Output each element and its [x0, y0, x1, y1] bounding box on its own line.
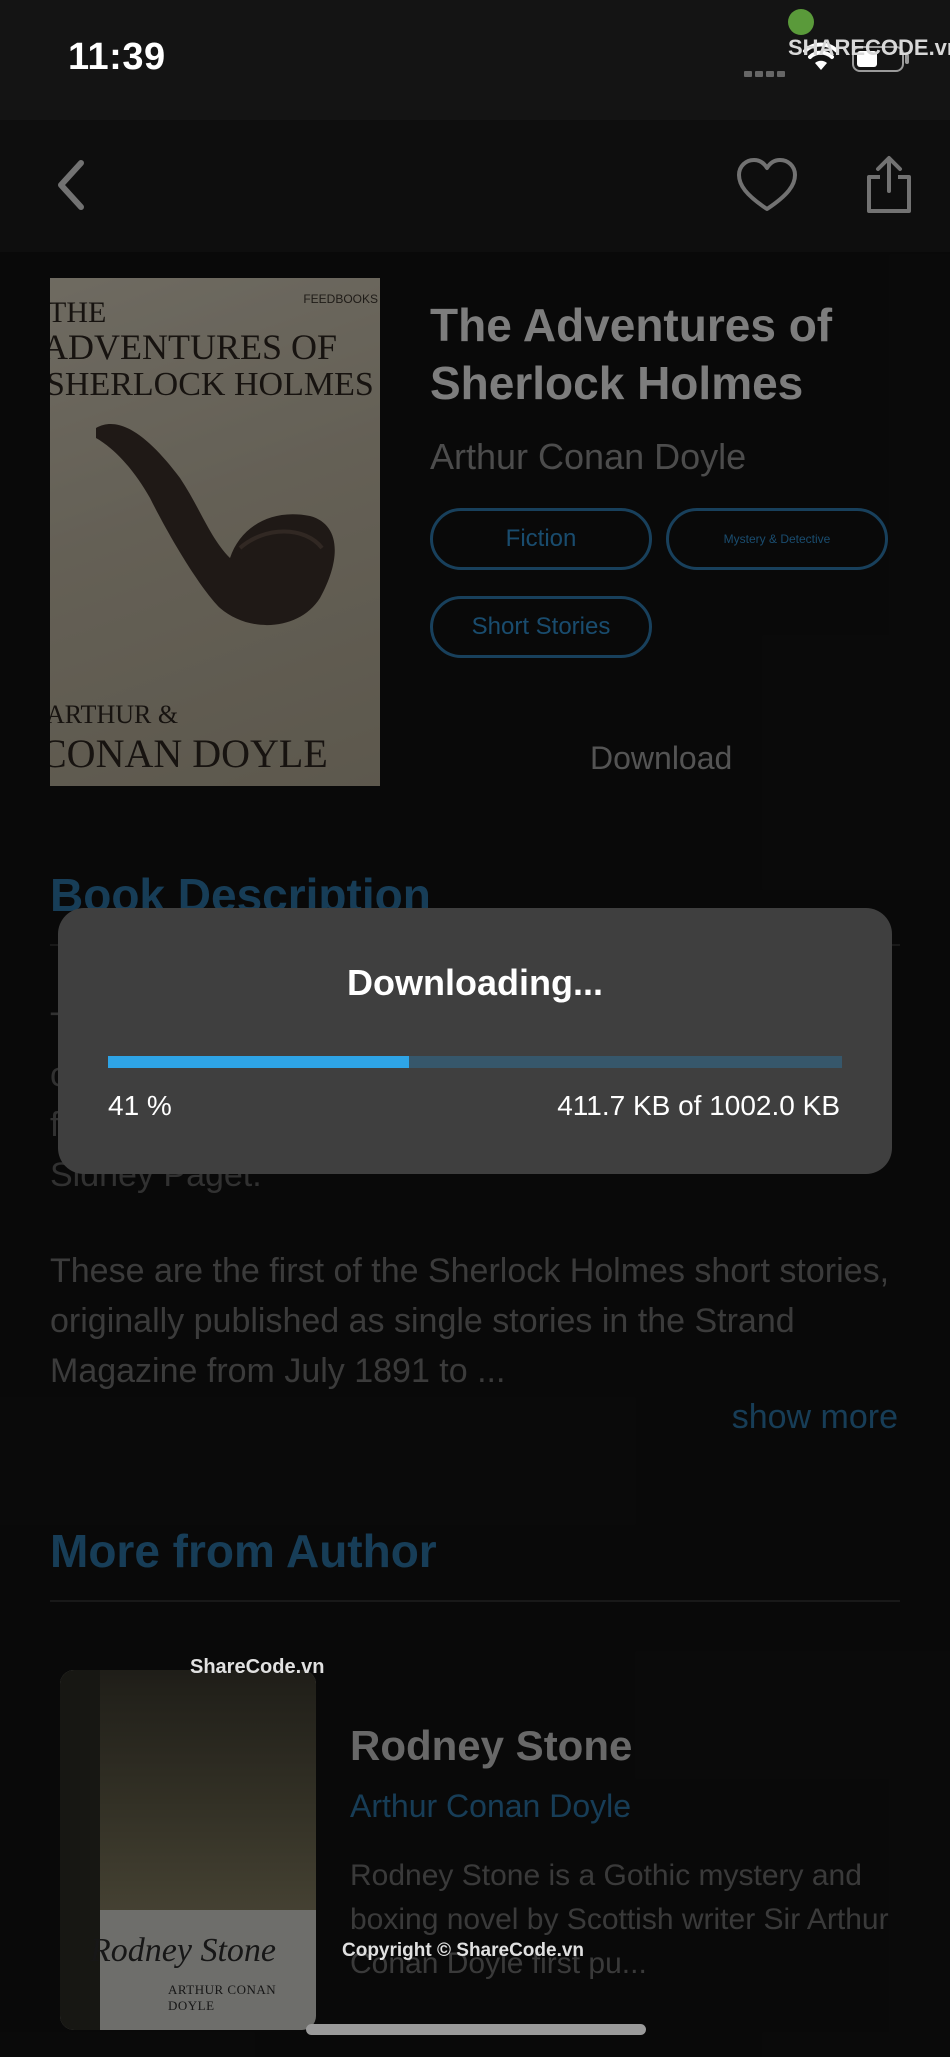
watermark-logo: SHARECODE.vn — [788, 8, 950, 61]
home-indicator[interactable] — [306, 2024, 646, 2035]
progress-size: 411.7 KB of 1002.0 KB — [557, 1090, 840, 1121]
watermark-copyright: Copyright © ShareCode.vn — [342, 1940, 585, 1961]
status-time: 11:39 — [68, 36, 166, 78]
download-progress-bar — [108, 1056, 842, 1068]
dialog-title: Downloading... — [347, 962, 603, 1003]
watermark-text: ShareCode.vn — [190, 1656, 325, 1678]
download-progress-dialog: Downloading... 41 % 411.7 KB of 1002.0 K… — [58, 908, 892, 1174]
progress-percent: 41 % — [108, 1090, 172, 1121]
book-detail-screen: 11:39 SHARECODE.vn FEEDBOOKS THE ADVENTU… — [0, 0, 950, 2057]
status-bar: 11:39 SHARECODE.vn — [0, 0, 950, 120]
cellular-signal-icon — [744, 64, 788, 82]
progress-fill — [108, 1056, 409, 1068]
leaf-icon — [788, 9, 814, 36]
watermark-logo-text: SHARECODE.vn — [788, 35, 950, 61]
